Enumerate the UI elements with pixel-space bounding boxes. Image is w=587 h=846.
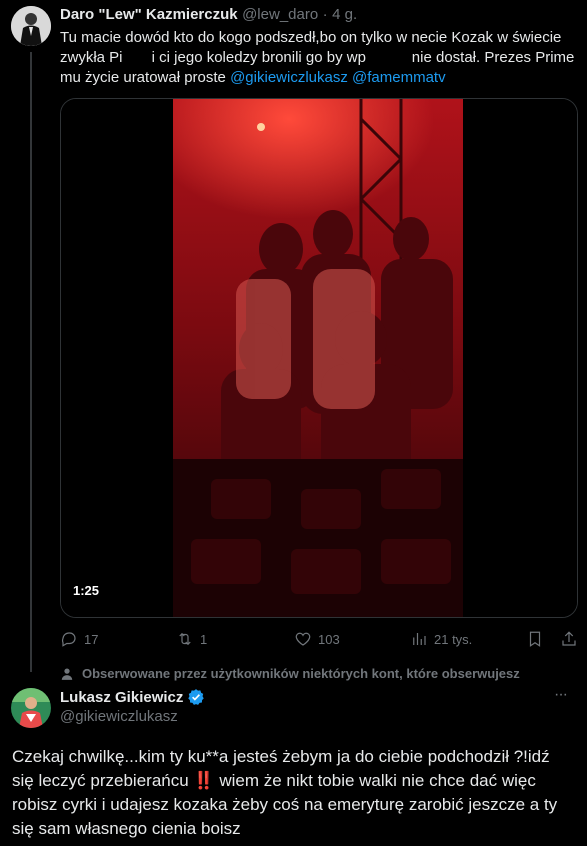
mention-link[interactable]: @gikiewiczlukasz (230, 69, 348, 86)
analytics-icon (413, 633, 426, 645)
reply-icon (61, 632, 76, 647)
tweet-actions: 17 1 103 21 tys. (60, 628, 580, 650)
mention-link[interactable]: @famemmatv (352, 69, 446, 86)
video-frame (61, 99, 577, 617)
author-handle[interactable]: @lew_daro (242, 6, 318, 23)
repost-icon (179, 632, 191, 646)
bookmark-button[interactable] (526, 630, 544, 648)
like-button[interactable]: 103 (294, 630, 340, 648)
repost-button[interactable]: 1 (176, 630, 207, 648)
tweet-text: Czekaj chwilkę...kim ty ku**a jesteś żeb… (12, 745, 582, 841)
video-player[interactable]: 1:25 (60, 98, 578, 618)
view-count: 21 tys. (434, 631, 473, 647)
verified-badge-icon (188, 689, 205, 705)
like-count: 103 (318, 631, 340, 647)
share-icon (562, 631, 576, 646)
reply-count: 17 (84, 631, 99, 647)
tweet-text-line: mu życie uratował proste (60, 69, 231, 86)
tweet-text-line: robisz cyrki i udajesz kozaka żeby coś n… (12, 795, 558, 814)
thread-connector-line (30, 52, 32, 672)
heart-icon (295, 632, 311, 646)
more-icon: ··· (554, 686, 568, 703)
tweet-text: Tu macie dowód kto do kogo podszedł,bo o… (60, 28, 580, 88)
video-duration-badge: 1:25 (73, 583, 99, 598)
tweet-text-line: Czekaj chwilkę...kim ty ku**a jesteś żeb… (12, 747, 550, 766)
avatar-gikiewicz[interactable] (11, 688, 51, 728)
more-options-button[interactable]: ··· (554, 686, 568, 704)
reply-button[interactable]: 17 (60, 630, 98, 648)
social-context-text: Obserwowane przez użytkowników niektóryc… (82, 666, 520, 681)
tweet-text-line: zwykła Pi i ci jego koledzy bronili go b… (60, 49, 575, 66)
social-context: Obserwowane przez użytkowników niektóryc… (60, 666, 520, 681)
author-name[interactable]: Daro "Lew" Kazmierczuk (60, 6, 238, 23)
avatar-lew-daro[interactable] (11, 6, 51, 46)
bookmark-icon (529, 631, 541, 647)
author-name[interactable]: Lukasz Gikiewicz (60, 689, 183, 706)
tweet-text-line: się leczyć przebierańcu (12, 771, 194, 790)
double-exclamation-emoji: ‼️ (193, 771, 215, 790)
tweet-text-line: Tu macie dowód kto do kogo podszedł,bo o… (60, 29, 562, 46)
person-icon (61, 667, 73, 680)
tweet-text-line: się sam własnego cienia boisz (12, 819, 241, 838)
author-handle[interactable]: @gikiewiczlukasz (60, 708, 178, 725)
video-duration: 1:25 (73, 583, 100, 598)
views-button[interactable]: 21 tys. (410, 630, 472, 648)
repost-count: 1 (200, 631, 208, 647)
share-button[interactable] (560, 630, 578, 648)
tweet-text-line: wiem że nikt tobie walki nie chce dać wi… (214, 771, 536, 790)
timestamp[interactable]: 4 g. (332, 6, 357, 23)
separator-dot: · (322, 6, 328, 23)
